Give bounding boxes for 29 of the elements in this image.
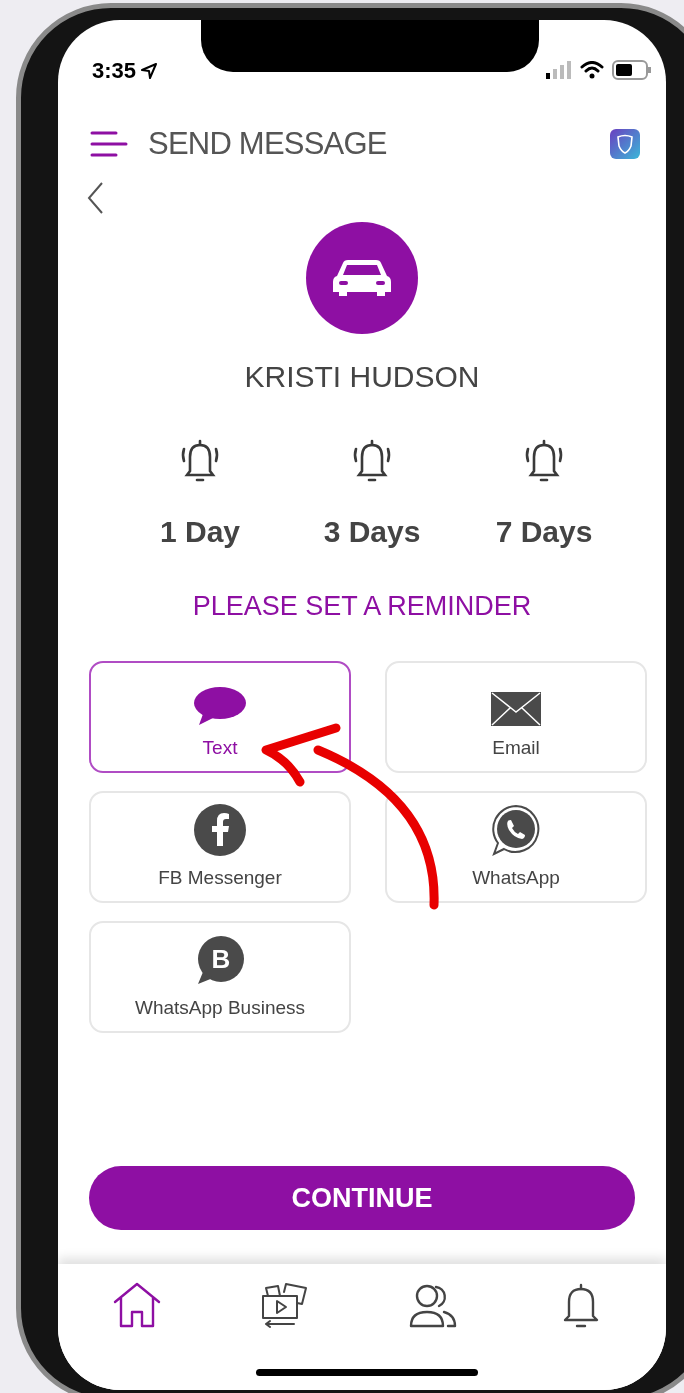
people-icon: [408, 1282, 458, 1328]
channel-option[interactable]: Text: [89, 660, 351, 773]
reminder-option[interactable]: 7 Days: [458, 437, 630, 554]
shield-logo-icon[interactable]: [610, 129, 640, 159]
status-time: 3:35: [92, 60, 137, 82]
contact-name: KRISTI HUDSON: [244, 359, 480, 395]
channel-option[interactable]: WhatsApp: [385, 790, 647, 903]
continue-button[interactable]: CONTINUE: [89, 1166, 635, 1230]
reminder-option[interactable]: 1 Day: [114, 437, 286, 554]
menu-button[interactable]: [90, 129, 128, 159]
car-icon: [331, 258, 393, 298]
facebook-icon: [194, 804, 246, 856]
speech-bubble-icon: [193, 686, 247, 726]
reminder-option[interactable]: 3 Days: [286, 437, 458, 554]
channel-option[interactable]: Email: [385, 660, 647, 773]
envelope-icon: [491, 692, 541, 726]
chevron-left-icon: [86, 181, 104, 215]
video-gallery-icon: [260, 1282, 310, 1328]
page-title: SEND MESSAGE: [148, 124, 387, 163]
battery-icon: [612, 60, 652, 80]
wifi-icon: [580, 61, 604, 79]
location-arrow-icon: [140, 62, 159, 80]
signal-icon: [546, 61, 572, 79]
phone-bubble-icon: [490, 804, 542, 856]
channel-option[interactable]: FB Messenger: [89, 790, 351, 903]
home-icon: [112, 1282, 162, 1328]
channel-option[interactable]: B WhatsApp Business: [89, 920, 351, 1033]
reminder-prompt: PLEASE SET A REMINDER: [192, 590, 532, 623]
menu-icon: [90, 130, 128, 158]
